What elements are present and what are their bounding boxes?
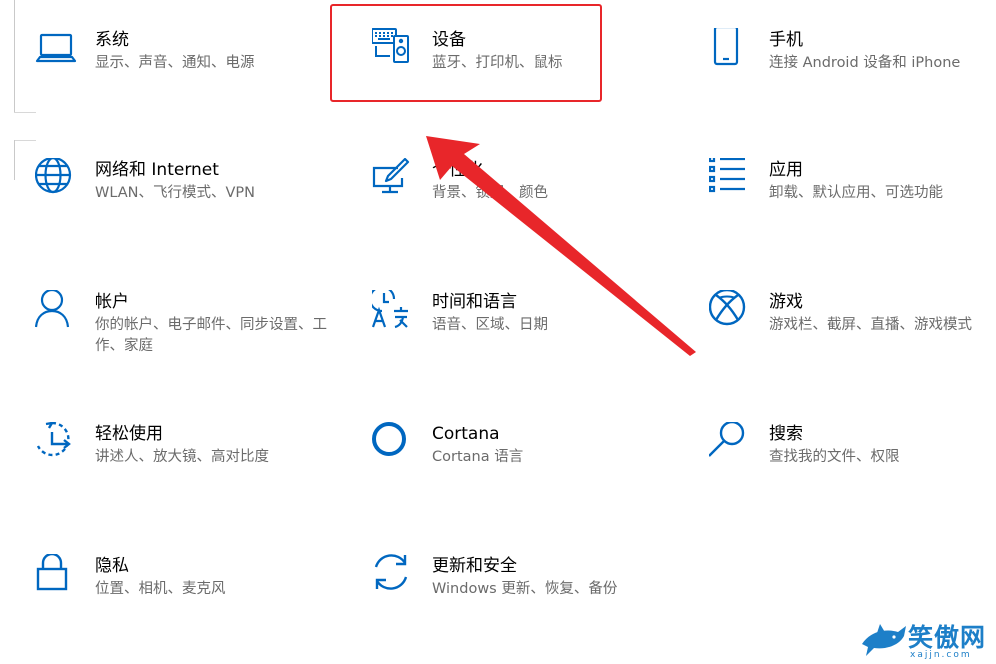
settings-tile-ease-of-access[interactable]: 轻松使用 讲述人、放大镜、高对比度 [35, 422, 355, 532]
shark-icon [862, 624, 906, 656]
ease-of-access-icon [35, 422, 79, 466]
settings-tile-search[interactable]: 搜索 查找我的文件、权限 [709, 422, 996, 532]
lock-icon [35, 554, 79, 598]
xbox-icon [709, 290, 753, 334]
settings-home: 系统 显示、声音、通知、电源 设备 蓝牙、打印机、鼠标 手机 连接 Androi… [0, 0, 996, 664]
tile-description: 蓝牙、打印机、鼠标 [432, 55, 563, 71]
left-edge-divider [14, 112, 36, 113]
tile-description: 查找我的文件、权限 [769, 449, 900, 465]
tile-description: 位置、相机、麦克风 [95, 581, 226, 597]
tile-description: 连接 Android 设备和 iPhone [769, 55, 961, 71]
settings-tile-personalization[interactable]: 个性化 背景、锁屏、颜色 [372, 158, 692, 268]
watermark-logo: 笑傲网 xajjn.com [858, 614, 996, 664]
phone-icon [709, 28, 753, 72]
cortana-ring-icon [372, 422, 416, 466]
watermark-text: 笑傲网 [908, 623, 987, 652]
devices-icon [372, 28, 416, 72]
settings-tile-time-language[interactable]: 时间和语言 语音、区域、日期 [372, 290, 692, 400]
tile-description: 讲述人、放大镜、高对比度 [95, 449, 269, 465]
tile-description: WLAN、飞行模式、VPN [95, 185, 256, 201]
tile-description: 你的帐户、电子邮件、同步设置、工作、家庭 [95, 317, 327, 354]
settings-tile-apps[interactable]: 应用 卸载、默认应用、可选功能 [709, 158, 996, 268]
paint-brush-icon [372, 158, 416, 202]
tile-description: 显示、声音、通知、电源 [95, 55, 255, 71]
tile-title: 系统 [95, 30, 129, 50]
tile-title: 搜索 [769, 424, 803, 444]
settings-tile-system[interactable]: 系统 显示、声音、通知、电源 [35, 28, 355, 138]
laptop-icon [35, 28, 79, 72]
tile-title: 轻松使用 [95, 424, 163, 444]
tile-title: 帐户 [95, 292, 129, 312]
time-language-icon [372, 290, 416, 334]
tile-title: 个性化 [432, 160, 483, 180]
tile-title: Cortana [432, 424, 500, 444]
tile-description: 游戏栏、截屏、直播、游戏模式 [769, 317, 972, 333]
tile-title: 应用 [769, 160, 803, 180]
settings-tile-update-security[interactable]: 更新和安全 Windows 更新、恢复、备份 [372, 554, 692, 664]
left-edge-divider [14, 0, 15, 112]
tile-title: 隐私 [95, 556, 129, 576]
tile-title: 时间和语言 [432, 292, 517, 312]
tile-description: 卸载、默认应用、可选功能 [769, 185, 943, 201]
magnifier-icon [709, 422, 753, 466]
left-edge-divider [14, 140, 36, 141]
app-list-icon [709, 158, 753, 202]
settings-tile-network[interactable]: 网络和 Internet WLAN、飞行模式、VPN [35, 158, 355, 268]
person-icon [35, 290, 79, 334]
tile-description: Windows 更新、恢复、备份 [432, 581, 618, 597]
tile-title: 设备 [432, 30, 466, 50]
left-edge-divider [14, 140, 15, 180]
tile-description: 背景、锁屏、颜色 [432, 185, 548, 201]
tile-title: 游戏 [769, 292, 803, 312]
watermark-url: xajjn.com [910, 650, 972, 660]
settings-tile-privacy[interactable]: 隐私 位置、相机、麦克风 [35, 554, 355, 664]
tile-description: 语音、区域、日期 [432, 317, 548, 333]
globe-icon [35, 158, 79, 202]
sync-arrows-icon [372, 554, 416, 598]
settings-tile-accounts[interactable]: 帐户 你的帐户、电子邮件、同步设置、工作、家庭 [35, 290, 355, 400]
settings-tile-cortana[interactable]: Cortana Cortana 语言 [372, 422, 692, 532]
tile-title: 手机 [769, 30, 803, 50]
tile-description: Cortana 语言 [432, 449, 524, 465]
tile-title: 网络和 Internet [95, 160, 219, 180]
tile-title: 更新和安全 [432, 556, 517, 576]
settings-tile-devices[interactable]: 设备 蓝牙、打印机、鼠标 [372, 28, 692, 138]
settings-tile-gaming[interactable]: 游戏 游戏栏、截屏、直播、游戏模式 [709, 290, 996, 400]
settings-tile-phone[interactable]: 手机 连接 Android 设备和 iPhone [709, 28, 996, 138]
